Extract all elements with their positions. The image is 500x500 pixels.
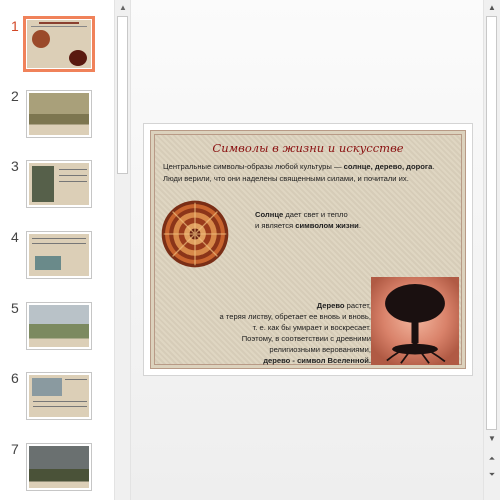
slide-number: 1 [11,18,19,34]
scrollbar-thumb[interactable] [486,16,497,430]
slide-thumbnail-pane: 1 2 3 4 5 6 7 [0,0,114,500]
scroll-up-icon[interactable]: ▲ [116,1,130,15]
slide-number: 5 [11,300,19,316]
tree-icon [69,50,87,66]
slide-scrollbar[interactable]: ▲ ▼ ⏶ ⏷ [483,0,500,500]
slide-thumbnail-1[interactable] [23,16,95,72]
slide-thumbnail-7[interactable] [26,443,92,491]
slide-number: 4 [11,229,19,245]
slide-canvas[interactable]: Символы в жизни и искусстве Центральные … [143,123,473,376]
tree-text[interactable]: Дерево растет, а теряя листву, обретает … [187,300,371,366]
sun-text[interactable]: Солнце дает свет и тепло и является симв… [255,209,405,231]
slide-editing-area: Символы в жизни и искусстве Центральные … [131,0,483,500]
slide-thumbnail-5[interactable] [26,302,92,350]
slide-number: 6 [11,370,19,386]
slide-number: 2 [11,88,19,104]
slide-content: Символы в жизни и искусстве Центральные … [154,134,462,365]
scrollbar-thumb[interactable] [117,16,128,174]
thumbnail-scrollbar[interactable]: ▲ [114,0,131,500]
next-slide-icon[interactable]: ⏷ [485,468,499,482]
tree-of-life-image[interactable] [371,277,459,365]
slide: Символы в жизни и искусстве Центральные … [150,130,466,369]
scroll-down-icon[interactable]: ▼ [485,432,499,446]
previous-slide-icon[interactable]: ⏶ [485,452,499,466]
sun-icon [32,30,50,48]
slide-thumbnail-2[interactable] [26,90,92,138]
scroll-up-icon[interactable]: ▲ [485,1,499,15]
intro-text[interactable]: Центральные символы-образы любой культур… [163,161,435,184]
slide-thumbnail-3[interactable] [26,160,92,208]
slide-number: 3 [11,158,19,174]
slide-thumbnail-6[interactable] [26,372,92,420]
slide-number: 7 [11,441,19,457]
slide-title[interactable]: Символы в жизни и искусстве [155,141,461,155]
sun-calendar-image[interactable] [161,200,229,268]
slide-thumbnail-4[interactable] [26,231,92,279]
